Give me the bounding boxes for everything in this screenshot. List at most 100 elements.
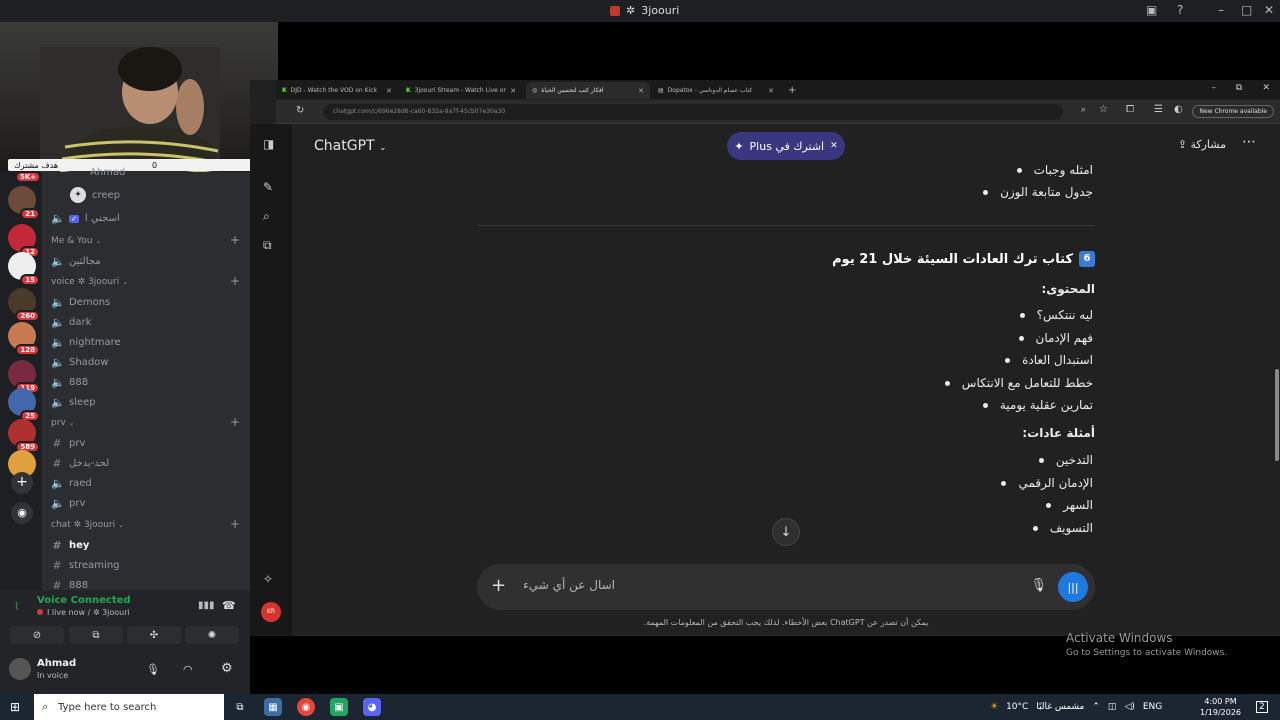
add-channel-icon[interactable]: + [230,233,240,247]
member-2[interactable]: 🔈 ✓ اسجني ا [51,212,120,225]
zoom-icon[interactable]: ⌕ [1081,105,1086,115]
mic-icon[interactable]: 🎙 [146,663,160,676]
profile-icon[interactable]: ◐ [1174,104,1183,115]
channel-item[interactable]: 🔈 sleep [51,396,96,409]
channel-item[interactable]: 🔈 nightmare [51,336,121,349]
add-channel-icon[interactable]: + [230,274,240,288]
sparkle-icon[interactable]: ✧ [263,572,273,586]
avatar[interactable]: KR [261,602,281,622]
scrollbar[interactable] [1275,369,1279,461]
upgrade-plus-button[interactable]: ✦ اشترك في Plus ✕ [727,132,845,160]
task-view-icon[interactable]: ⧉ [231,698,249,716]
channel-item[interactable]: 🔈 Demons [51,296,110,309]
extensions-icon[interactable]: ⧠ [1126,104,1134,115]
new-chat-icon[interactable]: ✎ [263,180,273,194]
activities-button[interactable]: ✣ [127,626,181,644]
tab-dopatox[interactable]: ▤ Dopatox - كتاب عصام الدوناسي ✕ [652,82,780,99]
star-icon[interactable]: ☆ [1099,104,1108,115]
notification-badge[interactable]: 2 [1256,701,1268,713]
server-icon[interactable]: 21 [8,186,40,220]
disconnect-icon[interactable]: ☎ [222,599,236,612]
close-icon[interactable]: ✕ [830,141,838,151]
channel-item[interactable]: # لحد-يدخل [51,457,109,470]
weather-icon[interactable]: ☀ [990,702,998,712]
add-channel-icon[interactable]: + [230,415,240,429]
attach-plus-icon[interactable]: + [491,575,506,596]
discover-icon[interactable]: ◉ [11,502,33,524]
close-icon[interactable]: ✕ [510,87,516,95]
screen-share-button[interactable]: ⧉ [69,626,123,644]
server-icon[interactable]: 128 [8,322,40,356]
message-composer[interactable]: + اسال عن أي شيء 🎙 ||| [477,564,1095,610]
minimize-button[interactable]: – [1218,3,1224,17]
voice-mode-button[interactable]: ||| [1058,572,1088,602]
discord-icon[interactable]: ◕ [363,698,381,716]
channel-item[interactable]: 🔈 raed [51,477,92,490]
headphones-icon[interactable]: ◠ [183,663,193,676]
maximize-button[interactable]: □ [1241,3,1252,17]
volume-icon[interactable]: ◁) [1124,702,1134,712]
camera-off-button[interactable]: ⊘ [10,626,64,644]
close-button[interactable]: ✕ [1262,83,1270,93]
tab-kick-live[interactable]: K 3joouri Stream - Watch Live on ✕ [400,82,522,99]
channel-item[interactable]: # prv [51,437,85,450]
share-button[interactable]: ⇪ مشاركة [1178,138,1226,151]
chrome-icon[interactable]: ◉ [297,698,315,716]
reload-icon[interactable]: ↻ [296,105,304,116]
chevron-up-icon[interactable]: ⌃ [1092,702,1100,712]
help-icon[interactable]: ? [1177,3,1183,17]
search-icon[interactable]: ⌕ [263,209,270,224]
tab-kick-vod[interactable]: K DJD - Watch the VOD on Kick ✕ [276,82,398,99]
settings-icon[interactable]: ⚙ [221,661,233,676]
channel-item[interactable]: 🔈 مجالتين [51,255,101,268]
model-selector[interactable]: ChatGPT ⌄ [314,138,387,154]
close-icon[interactable]: ✕ [386,87,392,95]
sidebar-toggle-icon[interactable]: ◨ [263,137,274,151]
close-button[interactable]: ✕ [1264,3,1274,17]
inbox-icon[interactable]: ▣ [1146,3,1157,17]
add-channel-icon[interactable]: + [230,517,240,531]
url-field[interactable]: chatgpt.com/c/696e28d6-ca60-832a-9a7f-45… [323,104,1063,120]
server-icon[interactable]: 119 [8,360,40,394]
close-icon[interactable]: ✕ [638,87,644,95]
library-icon[interactable]: ⧉ [263,238,272,253]
noise-icon[interactable]: ▮▮▮ [198,600,215,611]
message-input-placeholder[interactable]: اسال عن أي شيء [523,578,615,592]
channel-item[interactable]: 🔈 dark [51,316,91,329]
new-tab-button[interactable]: + [782,82,802,99]
server-icon[interactable]: 15 [8,252,40,286]
restore-button[interactable]: ⧉ [1236,83,1242,93]
soundboard-button[interactable]: ✺ [185,626,239,644]
store-icon[interactable]: ▦ [264,698,282,716]
tab-chatgpt[interactable]: ◎ أفكار كتب لتحسين الحياة ✕ [526,82,650,99]
server-icon[interactable]: 25 [8,388,40,422]
channel-item[interactable]: 🔈 prv [51,497,85,510]
channel-category[interactable]: prv ⌄ [51,418,75,428]
language[interactable]: ENG [1143,702,1162,712]
sidepanel-icon[interactable]: ☰ [1154,104,1163,115]
channel-category[interactable]: Me & You ⌄ [51,236,101,246]
channel-item[interactable]: # hey [51,539,89,552]
taskbar-search[interactable]: ⌕ Type here to search [34,694,224,720]
start-button[interactable]: ⊞ [10,700,20,714]
server-icon[interactable]: 589 [8,419,40,453]
clock[interactable]: 4:00 PM 1/19/2026 [1200,696,1241,718]
channel-category[interactable]: chat ✲ 3joouri ⌄ [51,520,124,530]
add-server-icon[interactable]: + [11,472,33,494]
avatar[interactable] [9,658,31,680]
channel-category[interactable]: voice ✲ 3joouri ⌄ [51,277,128,287]
more-options-icon[interactable]: ⋯ [1242,134,1256,150]
server-icon[interactable]: 260 [8,288,40,322]
minimize-button[interactable]: – [1212,83,1217,93]
channel-item[interactable]: 🔈 Shadow [51,356,108,369]
scroll-down-button[interactable]: ↓ [772,518,800,546]
mic-icon[interactable]: 🎙 [1030,578,1047,593]
new-chrome-button[interactable]: New Chrome available [1192,105,1274,118]
network-icon[interactable]: ◫ [1108,702,1117,712]
server-icon[interactable]: 12 [8,224,40,258]
app-icon[interactable]: ▣ [330,698,348,716]
close-icon[interactable]: ✕ [768,87,774,95]
member-creep[interactable]: ✦ creep [70,187,120,203]
channel-item[interactable]: 🔈 888 [51,376,88,389]
channel-item[interactable]: # streaming [51,559,119,572]
